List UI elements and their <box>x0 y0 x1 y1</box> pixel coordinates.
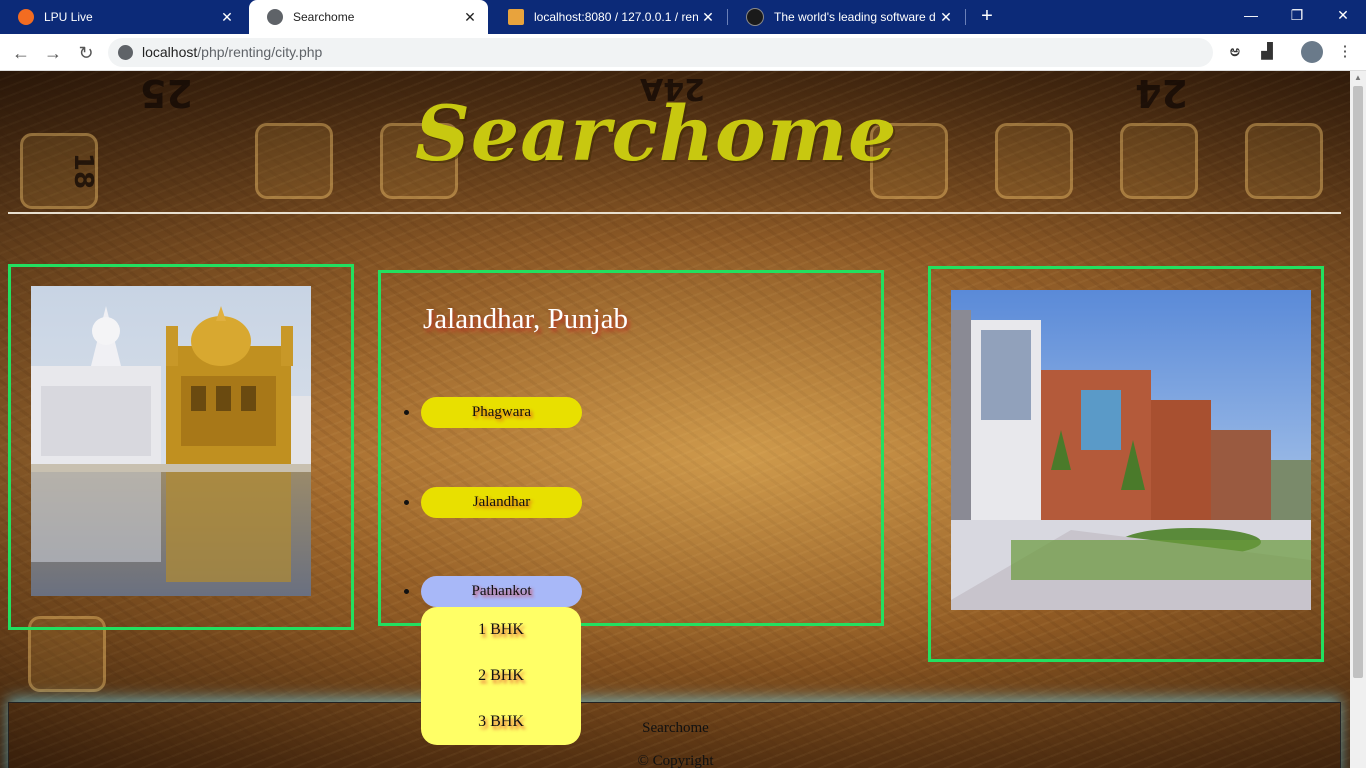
city-button-jalandhar[interactable]: Jalandhar <box>421 487 582 518</box>
tab-title: LPU Live <box>44 10 93 24</box>
tab-separator <box>965 9 966 25</box>
globe-icon <box>267 9 283 25</box>
close-tab-icon[interactable]: ✕ <box>936 9 956 26</box>
forward-button[interactable]: → <box>40 40 66 66</box>
tab-lpu-live[interactable]: LPU Live ✕ <box>0 0 245 34</box>
extension-icon[interactable]: ಅ <box>1225 42 1245 62</box>
menu-icon[interactable]: ⋮ <box>1335 42 1355 62</box>
tab-title: localhost:8080 / 127.0.0.1 / renting <box>534 10 698 24</box>
city-title: Jalandhar, Punjab <box>423 303 629 335</box>
footer-brand: Searchome <box>642 720 709 736</box>
close-tab-icon[interactable]: ✕ <box>460 9 480 26</box>
lpu-favicon-icon <box>18 9 34 25</box>
tab-bar: LPU Live ✕ Searchome ✕ localhost:8080 / … <box>0 0 1366 34</box>
reload-button[interactable]: ↻ <box>73 40 99 66</box>
page-content: 25 24A 24 18 Searchome Jalandhar, Punjab… <box>0 71 1350 768</box>
footer-copyright: © Copyright <box>637 753 714 768</box>
film-frame-decoration <box>995 123 1073 199</box>
dropdown-item-1bhk[interactable]: 1 BHK <box>421 621 581 639</box>
campus-image <box>951 290 1311 610</box>
city-panel: Jalandhar, Punjab <box>378 270 884 626</box>
phpmyadmin-icon <box>508 9 524 25</box>
close-tab-icon[interactable]: ✕ <box>217 9 237 26</box>
close-tab-icon[interactable]: ✕ <box>698 9 718 26</box>
right-image-panel <box>928 266 1324 662</box>
film-frame-decoration <box>1245 123 1323 199</box>
header-divider <box>8 212 1341 214</box>
back-button[interactable]: ← <box>8 40 34 66</box>
dropdown-item-2bhk[interactable]: 2 BHK <box>421 667 581 685</box>
tab-title: The world's leading software dev <box>774 10 936 24</box>
tab-title: Searchome <box>293 10 355 24</box>
scrollbar-thumb[interactable] <box>1353 86 1363 678</box>
list-bullet <box>404 500 409 505</box>
browser-toolbar: ← → ↻ localhost/php/renting/city.php ಅ ▟… <box>0 34 1366 71</box>
film-number: 18 <box>68 152 99 190</box>
film-number: 25 <box>140 71 193 115</box>
left-image-panel <box>8 264 354 630</box>
restore-button[interactable]: ❐ <box>1274 0 1320 30</box>
film-frame-decoration <box>1120 123 1198 199</box>
bhk-dropdown-menu: 1 BHK 2 BHK 3 BHK <box>421 607 581 745</box>
tab-searchome[interactable]: Searchome ✕ <box>249 0 488 34</box>
github-icon <box>746 8 764 26</box>
url-text: localhost/php/renting/city.php <box>142 44 322 60</box>
site-logo[interactable]: Searchome <box>415 89 898 178</box>
golden-temple-illustration <box>31 286 311 596</box>
url-path: /php/renting/city.php <box>197 44 323 60</box>
site-info-icon[interactable] <box>118 45 133 60</box>
tab-phpmyadmin[interactable]: localhost:8080 / 127.0.0.1 / renting ✕ <box>490 0 726 34</box>
scroll-up-arrow-icon[interactable]: ▲ <box>1354 73 1362 82</box>
url-host: localhost <box>142 44 198 60</box>
profile-avatar[interactable] <box>1301 41 1323 63</box>
analytics-extension-icon[interactable]: ▟ <box>1257 42 1277 62</box>
film-number: 24 <box>1135 71 1188 115</box>
new-tab-button[interactable]: + <box>976 5 998 27</box>
list-bullet <box>404 589 409 594</box>
minimize-button[interactable]: — <box>1228 0 1274 30</box>
film-frame-decoration <box>255 123 333 199</box>
city-button-pathankot[interactable]: Pathankot <box>421 576 582 607</box>
window-close-button[interactable]: ✕ <box>1320 0 1366 30</box>
address-bar[interactable]: localhost/php/renting/city.php <box>108 38 1213 67</box>
page-footer: Searchome © Copyright <box>8 702 1341 768</box>
tab-github[interactable]: The world's leading software dev ✕ <box>728 0 964 34</box>
campus-illustration <box>951 290 1311 610</box>
city-button-phagwara[interactable]: Phagwara <box>421 397 582 428</box>
dropdown-item-3bhk[interactable]: 3 BHK <box>421 713 581 731</box>
list-bullet <box>404 410 409 415</box>
golden-temple-image <box>31 286 311 596</box>
